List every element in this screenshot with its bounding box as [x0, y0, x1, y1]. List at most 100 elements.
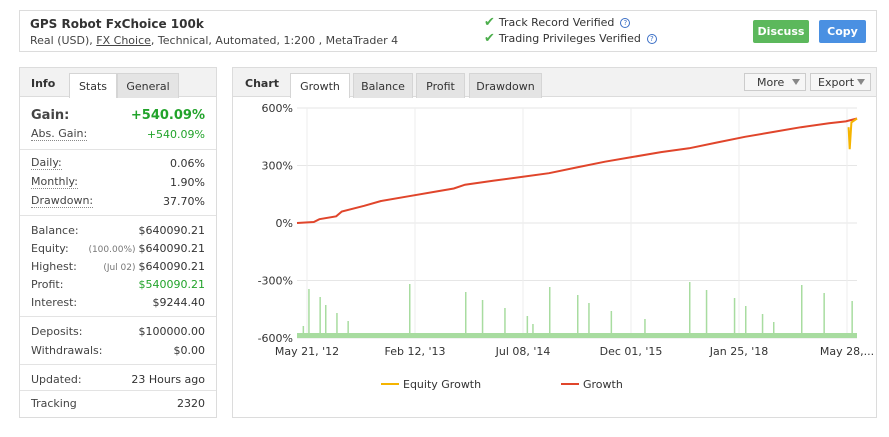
profit-value: $540090.21 [138, 277, 205, 291]
x-tick-label: Feb 12, '13 [385, 345, 446, 358]
x-tick-label: May 21, '12 [275, 345, 339, 358]
volume-spike [526, 316, 529, 338]
volume-spike [308, 289, 310, 338]
updated-value: 23 Hours ago [131, 372, 205, 386]
y-tick-label: 600% [262, 102, 293, 115]
volume-spike [761, 314, 764, 338]
abs-gain-label: Abs. Gain: [31, 127, 88, 141]
monthly-value: 1.90% [170, 175, 205, 189]
volume-spike [319, 297, 321, 338]
balance-label: Balance: [31, 223, 79, 237]
stat-abs-gain: Abs. Gain: +540.09% [31, 126, 205, 142]
highest-date: (Jul 02) [103, 262, 136, 273]
volume-spike [302, 326, 305, 338]
subtitle-prefix: Real (USD), [30, 34, 97, 47]
x-tick-label: Dec 01, '15 [600, 345, 663, 358]
volume-spike [465, 292, 467, 338]
y-tick-label: 0% [276, 217, 293, 230]
tab-growth[interactable]: Growth [290, 73, 350, 98]
volume-spike [588, 303, 590, 338]
tab-drawdown[interactable]: Drawdown [469, 73, 542, 98]
y-tick-label: 300% [262, 160, 293, 173]
growth-chart[interactable]: 600% 300% 0% -300% -600% May 21, '12 Feb 12, … [233, 98, 878, 416]
volume-spike [532, 324, 534, 338]
monthly-label: Monthly: [31, 175, 78, 189]
stat-gain: Gain: +540.09% [31, 106, 205, 124]
volume-spike [549, 287, 551, 338]
subtitle-suffix: , Technical, Automated, 1:200 , MetaTrad… [150, 34, 399, 47]
export-dropdown[interactable]: Export [810, 73, 871, 91]
discuss-button[interactable]: Discuss [753, 20, 809, 43]
volume-spike [745, 306, 747, 338]
volume-spike [577, 295, 579, 338]
account-header: GPS Robot FxChoice 100k Real (USD), FX C… [19, 10, 877, 52]
chevron-down-icon [857, 79, 865, 85]
divider [20, 364, 216, 365]
stat-profit: Profit: $540090.21 [31, 276, 205, 292]
drawdown-value: 37.70% [163, 194, 205, 208]
stat-highest: Highest: (Jul 02) $640090.21 [31, 258, 205, 274]
volume-spike [610, 311, 613, 338]
gain-value: +540.09% [130, 107, 205, 123]
broker-link[interactable]: FX Choice [96, 34, 151, 47]
divider [20, 149, 216, 150]
volume-spike [705, 290, 708, 338]
export-label: Export [818, 75, 855, 89]
system-subtitle: Real (USD), FX Choice, Technical, Automa… [30, 34, 398, 47]
stat-daily: Daily: 0.06% [31, 155, 205, 171]
verified-label: Trading Privileges Verified [498, 32, 641, 45]
growth-line [296, 117, 858, 224]
tracking-value[interactable]: 2320 [177, 397, 205, 410]
equity-percent: (100.00%) [88, 244, 136, 255]
volume-spike [801, 285, 803, 338]
highest-label: Highest: [31, 259, 77, 273]
copy-button[interactable]: Copy [819, 20, 866, 43]
stat-drawdown: Drawdown: 37.70% [31, 193, 205, 209]
interest-label: Interest: [31, 295, 78, 309]
chart-label: Chart [245, 77, 280, 90]
stat-withdrawals: Withdrawals: $0.00 [31, 342, 205, 358]
legend-label: Equity Growth [403, 378, 481, 391]
volume-spike [733, 298, 736, 338]
updated-label: Updated: [31, 372, 82, 386]
x-axis: May 21, '12 Feb 12, '13 Jul 08, '14 Dec 01,… [275, 345, 874, 358]
system-title: GPS Robot FxChoice 100k [30, 17, 204, 31]
y-tick-label: -600% [258, 332, 293, 345]
volume-spike [504, 308, 506, 338]
chart-tabbar: Chart Growth Balance Profit Drawdown Mor… [233, 68, 876, 98]
more-dropdown[interactable]: More [744, 73, 806, 91]
more-label: More [757, 75, 785, 89]
volume-spike [409, 284, 411, 338]
stats-tabbar: Info Stats General [20, 68, 216, 98]
help-icon[interactable]: ? [620, 17, 631, 28]
help-icon[interactable]: ? [646, 33, 657, 44]
daily-label: Daily: [31, 156, 62, 170]
volume-bars [297, 282, 857, 338]
divider [20, 390, 216, 391]
equity-label: Equity: [31, 241, 69, 255]
withdrawals-label: Withdrawals: [31, 343, 103, 357]
daily-value: 0.06% [170, 156, 205, 170]
stats-panel: Info Stats General Gain: +540.09% Abs. G… [19, 67, 217, 418]
abs-gain-value: +540.09% [146, 127, 205, 141]
profit-label: Profit: [31, 277, 64, 291]
tracking-label: Tracking [31, 396, 77, 410]
volume-spike [773, 322, 775, 338]
tab-general[interactable]: General [117, 73, 179, 98]
tab-stats[interactable]: Stats [69, 73, 117, 98]
x-tick-label: Jul 08, '14 [495, 345, 551, 358]
chevron-down-icon [792, 79, 800, 85]
y-tick-label: -300% [258, 275, 293, 288]
stat-updated: Updated: 23 Hours ago [31, 371, 205, 387]
stat-deposits: Deposits: $100000.00 [31, 323, 205, 339]
stat-tracking: Tracking 2320 [31, 395, 205, 411]
volume-spike [347, 321, 349, 338]
x-tick-label: May 28,... [820, 345, 874, 358]
tab-balance[interactable]: Balance [353, 73, 413, 98]
tab-profit[interactable]: Profit [416, 73, 465, 98]
stat-monthly: Monthly: 1.90% [31, 174, 205, 190]
stat-equity: Equity: (100.00%) $640090.21 [31, 240, 205, 256]
track-record-verified: ✔ Track Record Verified ? [484, 15, 631, 30]
check-icon: ✔ [484, 15, 495, 30]
volume-spike [689, 282, 691, 338]
